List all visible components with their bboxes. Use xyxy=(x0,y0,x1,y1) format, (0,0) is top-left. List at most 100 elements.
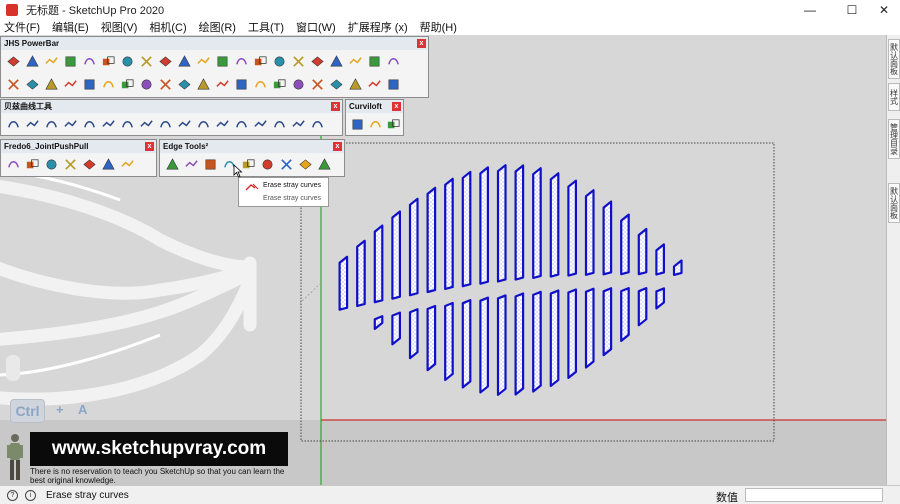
leaf-slat[interactable] xyxy=(496,294,507,396)
circle-tool-icon[interactable] xyxy=(289,76,307,94)
menu-edit[interactable]: 编辑(E) xyxy=(52,19,89,35)
leaf-slat[interactable] xyxy=(373,224,384,304)
shape-tool-icon[interactable] xyxy=(327,76,345,94)
leaf-slat[interactable] xyxy=(496,164,507,283)
toolbar-title[interactable]: Fredo6_JointPushPull x xyxy=(1,140,156,153)
polyline-tool-icon[interactable] xyxy=(42,53,60,71)
leaf-slat[interactable] xyxy=(444,301,454,382)
polyline-tool-icon[interactable] xyxy=(99,116,117,134)
leaf-slat[interactable] xyxy=(391,311,401,346)
leaf-slat[interactable] xyxy=(549,289,560,388)
triangle-tool-icon[interactable] xyxy=(163,156,181,174)
shape-tool-icon[interactable] xyxy=(175,76,193,94)
toolbar-close-button[interactable]: x xyxy=(145,142,154,151)
toolbar-close-button[interactable]: x xyxy=(333,142,342,151)
layers-tool-icon[interactable] xyxy=(270,76,288,94)
tray-tab-manage[interactable]: 管理目录 xyxy=(888,119,900,159)
shape-tool-icon[interactable] xyxy=(296,156,314,174)
circle-tool-icon[interactable] xyxy=(258,156,276,174)
leaf-slat[interactable] xyxy=(620,213,630,276)
polyline-tool-icon[interactable] xyxy=(61,116,79,134)
leaf-slat[interactable] xyxy=(514,164,525,281)
leaf-slat[interactable] xyxy=(426,186,437,294)
leaf-slat[interactable] xyxy=(637,227,648,276)
curve-tool-icon[interactable] xyxy=(4,156,22,174)
leaf-slat[interactable] xyxy=(514,292,525,396)
layers-tool-icon[interactable] xyxy=(23,156,41,174)
curve-tool-icon[interactable] xyxy=(251,76,269,94)
curve-tool-icon[interactable] xyxy=(308,116,326,134)
leaf-slat[interactable] xyxy=(444,177,454,291)
triangle-tool-icon[interactable] xyxy=(346,76,364,94)
shape-tool-icon[interactable] xyxy=(308,53,326,71)
shape-tool-icon[interactable] xyxy=(156,53,174,71)
box-tool-icon[interactable] xyxy=(201,156,219,174)
layers-tool-icon[interactable] xyxy=(385,116,402,134)
polyline-tool-icon[interactable] xyxy=(118,156,136,174)
polyline-tool-icon[interactable] xyxy=(365,76,383,94)
curve-tool-icon[interactable] xyxy=(367,116,384,134)
polyline-tool-icon[interactable] xyxy=(213,76,231,94)
polyline-tool-icon[interactable] xyxy=(289,116,307,134)
menu-camera[interactable]: 相机(C) xyxy=(149,19,186,35)
toolbar-title[interactable]: Curviloft x xyxy=(346,100,403,113)
leaf-slat[interactable] xyxy=(672,259,683,276)
leaf-slat[interactable] xyxy=(620,287,630,342)
measurements-input[interactable] xyxy=(745,488,883,502)
leaf-slat[interactable] xyxy=(391,210,401,300)
menu-window[interactable]: 窗口(W) xyxy=(296,19,336,35)
leaf-slat[interactable] xyxy=(567,288,578,379)
leaf-slat[interactable] xyxy=(602,200,613,276)
box-tool-icon[interactable] xyxy=(232,76,250,94)
toolbar-close-button[interactable]: x xyxy=(392,102,401,111)
cross-tool-icon[interactable] xyxy=(277,156,295,174)
leaf-slat[interactable] xyxy=(584,189,595,276)
polyline-tool-icon[interactable] xyxy=(251,116,269,134)
leaf-slat[interactable] xyxy=(426,304,437,372)
triangle-tool-icon[interactable] xyxy=(175,53,193,71)
polyline-tool-icon[interactable] xyxy=(346,53,364,71)
layers-tool-icon[interactable] xyxy=(99,53,117,71)
curve-tool-icon[interactable] xyxy=(194,116,212,134)
cross-tool-icon[interactable] xyxy=(137,53,155,71)
info-icon[interactable]: i xyxy=(25,489,36,501)
triangle-tool-icon[interactable] xyxy=(194,76,212,94)
curve-tool-icon[interactable] xyxy=(270,116,288,134)
curve-tool-icon[interactable] xyxy=(42,116,60,134)
leaf-slat[interactable] xyxy=(602,287,613,357)
polyline-tool-icon[interactable] xyxy=(175,116,193,134)
leaf-slat[interactable] xyxy=(655,243,666,276)
triangle-tool-icon[interactable] xyxy=(23,53,41,71)
leaf-slat[interactable] xyxy=(549,172,560,278)
tray-tab-default[interactable]: 默认面板 xyxy=(888,39,900,79)
menu-view[interactable]: 视图(V) xyxy=(101,19,138,35)
triangle-tool-icon[interactable] xyxy=(315,156,333,174)
menu-help[interactable]: 帮助(H) xyxy=(420,19,457,35)
leaf-slat[interactable] xyxy=(532,290,542,393)
cross-tool-icon[interactable] xyxy=(308,76,326,94)
leaf-slat[interactable] xyxy=(408,197,419,297)
cross-tool-icon[interactable] xyxy=(4,76,22,94)
leaf-slat[interactable] xyxy=(479,296,489,394)
layers-tool-icon[interactable] xyxy=(118,76,136,94)
layers-tool-icon[interactable] xyxy=(251,53,269,71)
shape-tool-icon[interactable] xyxy=(80,156,98,174)
cross-tool-icon[interactable] xyxy=(289,53,307,71)
minimize-button[interactable]: — xyxy=(792,0,828,19)
toolbar-title[interactable]: Edge Tools² x xyxy=(160,140,344,153)
leaf-slat[interactable] xyxy=(532,167,542,279)
leaf-slat[interactable] xyxy=(408,308,419,360)
box-tool-icon[interactable] xyxy=(384,76,402,94)
triangle-tool-icon[interactable] xyxy=(99,156,117,174)
toolbar-title[interactable]: 贝兹曲线工具 x xyxy=(1,100,342,113)
menu-tools[interactable]: 工具(T) xyxy=(248,19,284,35)
box-tool-icon[interactable] xyxy=(365,53,383,71)
curve-tool-icon[interactable] xyxy=(80,53,98,71)
curve-tool-icon[interactable] xyxy=(80,116,98,134)
curve-tool-icon[interactable] xyxy=(99,76,117,94)
curve-tool-icon[interactable] xyxy=(232,53,250,71)
leaf-slat[interactable] xyxy=(338,255,349,311)
circle-tool-icon[interactable] xyxy=(270,53,288,71)
maximize-button[interactable]: ☐ xyxy=(834,0,870,19)
leaf-slats[interactable] xyxy=(338,164,683,396)
